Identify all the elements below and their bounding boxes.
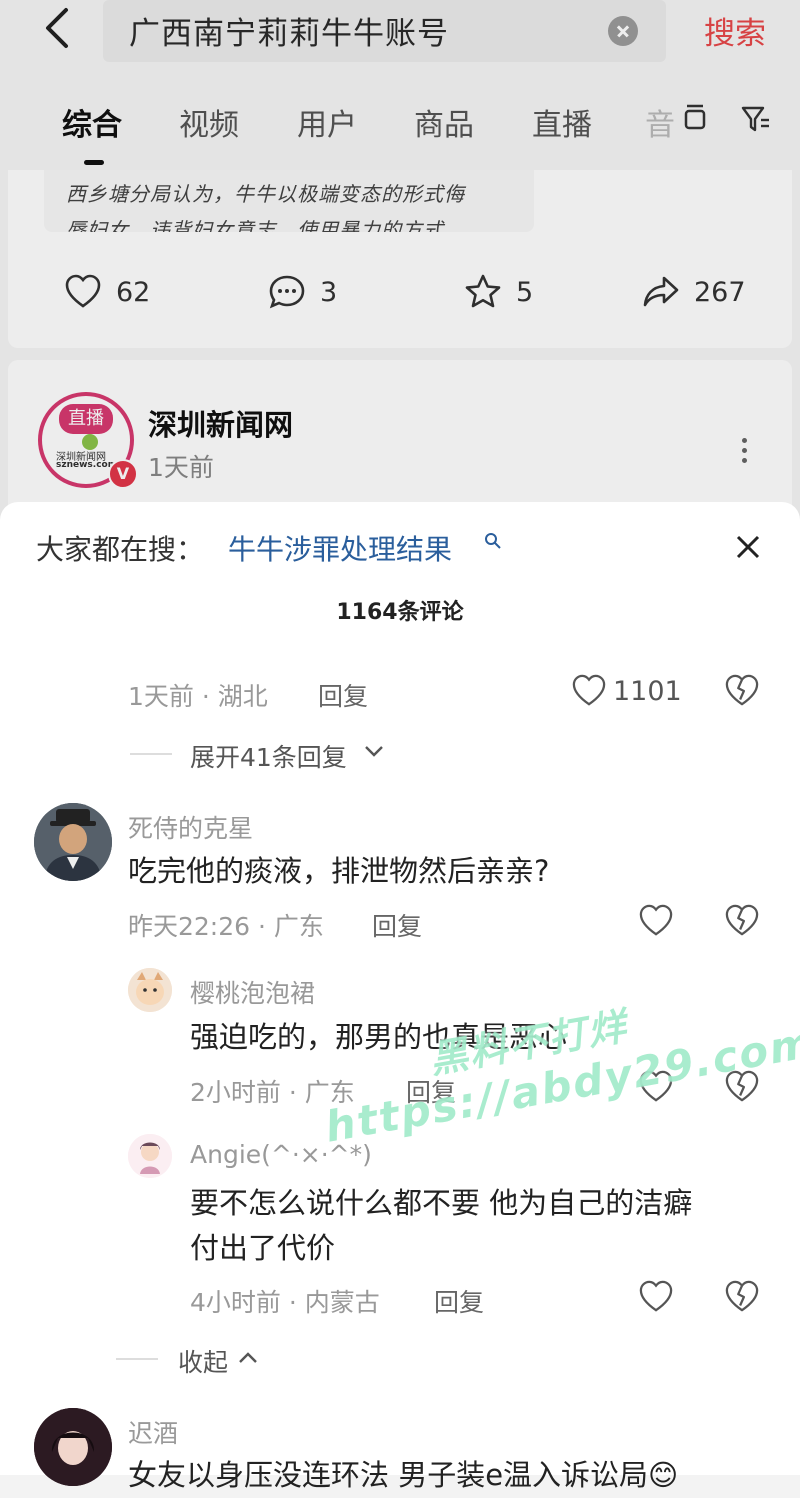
- search-icon: [485, 533, 501, 549]
- username[interactable]: 樱桃泡泡裙: [190, 974, 315, 1010]
- reply-button[interactable]: 回复: [434, 1283, 484, 1319]
- active-tab-indicator: [84, 160, 104, 165]
- avatar[interactable]: [128, 1134, 172, 1178]
- dislike-icon[interactable]: [724, 674, 760, 708]
- category-tabs: 综合 视频 用户 商品 直播 音: [0, 88, 800, 158]
- like-count: 1101: [613, 676, 682, 707]
- reply-button[interactable]: 回复: [372, 907, 422, 943]
- tab-music[interactable]: 音: [645, 100, 675, 144]
- like-count: 62: [116, 276, 151, 308]
- comment-text: 要不怎么说什么都不要 他为自己的洁癖: [190, 1186, 693, 1220]
- chevron-down-icon: [365, 746, 383, 757]
- star-icon: [465, 274, 501, 308]
- close-icon[interactable]: [734, 533, 762, 561]
- avatar-image: [128, 968, 172, 1012]
- comment-icon: [269, 275, 305, 309]
- comment-text: 吃完他的痰液，排泄物然后亲亲?: [128, 854, 550, 888]
- comment-button[interactable]: 3: [268, 270, 337, 314]
- favorite-count: 5: [516, 276, 534, 308]
- favorite-button[interactable]: 5: [464, 270, 533, 314]
- expand-replies-button[interactable]: 展开41条回复: [190, 738, 347, 774]
- dislike-icon[interactable]: [724, 1280, 760, 1314]
- verified-badge: V: [108, 459, 138, 489]
- avatar[interactable]: [128, 968, 172, 1012]
- live-badge: 直播: [59, 404, 113, 434]
- chevron-up-icon: [239, 1352, 257, 1363]
- quoted-text-block: 西乡塘分局认为，牛牛以极端变态的形式侮 辱妇女，违背妇女意志，使用暴力的方式: [44, 170, 534, 232]
- dislike-icon[interactable]: [724, 904, 760, 938]
- search-box[interactable]: 广西南宁莉莉牛牛账号: [103, 0, 666, 62]
- divider: [130, 753, 172, 755]
- comment-meta: 1天前 · 湖北: [128, 682, 268, 711]
- divider: [116, 1358, 158, 1360]
- tab-users[interactable]: 用户: [297, 100, 357, 144]
- comment-text: 付出了代价: [190, 1231, 336, 1265]
- comment-count: 3: [320, 276, 338, 308]
- comment-count-title: 1164条评论: [336, 600, 464, 625]
- heart-icon[interactable]: [638, 1280, 674, 1314]
- heart-icon[interactable]: [571, 674, 607, 708]
- avatar[interactable]: [34, 1408, 112, 1486]
- share-button[interactable]: 267: [642, 270, 746, 314]
- username[interactable]: 死侍的克星: [128, 809, 253, 845]
- reply-button[interactable]: 回复: [318, 677, 368, 713]
- post-actions: 62 3 5 267: [0, 270, 800, 314]
- quote-line: 辱妇女，违背妇女意志，使用暴力的方式: [66, 218, 444, 232]
- comment-sheet: [0, 502, 800, 1475]
- avatar-image: [128, 1134, 172, 1178]
- more-options-icon[interactable]: [742, 438, 748, 472]
- comment-text: 女友以身压没连环法 男子装e温入诉讼局😊: [128, 1458, 679, 1492]
- clear-icon[interactable]: [608, 16, 638, 46]
- comment-meta: 昨天22:26 · 广东: [128, 912, 324, 941]
- back-arrow-icon[interactable]: [38, 6, 78, 50]
- author-name[interactable]: 深圳新闻网: [148, 402, 293, 444]
- tab-live[interactable]: 直播: [532, 100, 592, 144]
- like-button[interactable]: 62: [64, 270, 150, 314]
- tab-video[interactable]: 视频: [179, 100, 239, 144]
- search-input[interactable]: 广西南宁莉莉牛牛账号: [129, 8, 449, 53]
- post-time: 1天前: [148, 453, 214, 482]
- share-arrow-icon: [643, 276, 679, 307]
- avatar-image: [34, 803, 112, 881]
- username[interactable]: 迟酒: [128, 1414, 178, 1450]
- share-count: 267: [694, 276, 746, 308]
- avatar[interactable]: [34, 803, 112, 881]
- top-bar: 广西南宁莉莉牛牛账号 搜索: [0, 0, 800, 72]
- quote-line: 西乡塘分局认为，牛牛以极端变态的形式侮: [66, 182, 465, 206]
- heart-icon[interactable]: [638, 904, 674, 938]
- heart-icon: [65, 274, 101, 308]
- trending-search-link[interactable]: 牛牛涉罪处理结果: [228, 528, 452, 568]
- tab-all[interactable]: 综合: [62, 100, 122, 144]
- comment-meta: 4小时前 · 内蒙古: [190, 1288, 380, 1317]
- trending-label: 大家都在搜：: [36, 533, 205, 566]
- list-view-icon[interactable]: [684, 104, 706, 132]
- tab-products[interactable]: 商品: [414, 100, 474, 144]
- filter-icon[interactable]: [741, 104, 771, 134]
- search-button[interactable]: 搜索: [704, 8, 766, 53]
- avatar-image: [34, 1408, 112, 1486]
- collapse-replies-button[interactable]: 收起: [178, 1343, 228, 1379]
